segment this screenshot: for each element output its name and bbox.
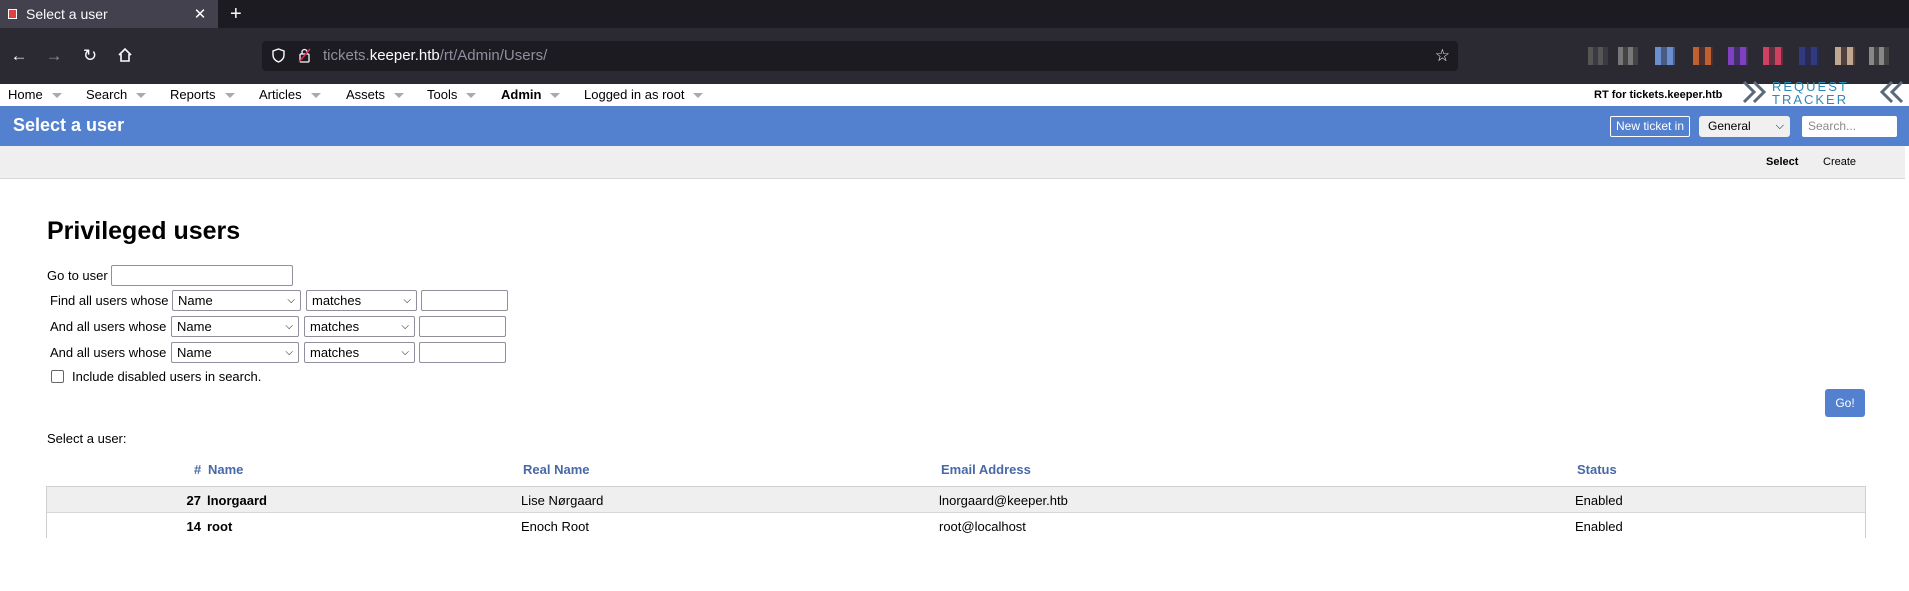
user-email: lnorgaard@keeper.htb <box>939 493 1068 508</box>
extension-icon[interactable] <box>1618 47 1638 65</box>
dropdown-caret-icon <box>394 93 405 99</box>
user-status: Enabled <box>1575 493 1623 508</box>
table-row[interactable]: 27 lnorgaard Lise Nørgaard lnorgaard@kee… <box>47 487 1865 513</box>
dropdown-caret-icon <box>466 93 477 99</box>
queue-select[interactable]: General ⌵ <box>1699 116 1790 137</box>
submenu-create[interactable]: Create <box>1823 156 1856 168</box>
reload-icon[interactable]: ↻ <box>79 47 101 65</box>
new-tab-icon[interactable]: + <box>230 2 242 26</box>
browser-toolbar: ← → ↻ tickets.keeper.htb/rt/Admin/Users/… <box>0 28 1909 84</box>
field-select-2[interactable]: Name ⌵ <box>171 316 299 337</box>
column-header-realname[interactable]: Real Name <box>523 462 589 477</box>
user-email: root@localhost <box>939 519 1026 534</box>
menu-reports[interactable]: Reports <box>170 84 235 106</box>
dropdown-caret-icon <box>136 93 147 99</box>
forward-arrow-icon[interactable]: → <box>43 47 65 65</box>
extension-icon[interactable] <box>1588 47 1608 65</box>
and-users-label: And all users whose <box>50 319 167 334</box>
dropdown-caret-icon <box>550 93 561 99</box>
value-input-3[interactable] <box>419 342 506 363</box>
include-disabled-label: Include disabled users in search. <box>72 369 262 384</box>
back-arrow-icon[interactable]: ← <box>8 47 30 65</box>
field-select-3[interactable]: Name ⌵ <box>171 342 299 363</box>
and-users-label: And all users whose <box>50 345 167 360</box>
url-bar[interactable]: tickets.keeper.htb/rt/Admin/Users/ ☆ <box>262 41 1458 71</box>
field-select-1[interactable]: Name ⌵ <box>172 290 301 311</box>
menu-home[interactable]: Home <box>8 84 62 106</box>
extension-icon[interactable] <box>1763 47 1783 65</box>
user-realname: Enoch Root <box>521 519 589 534</box>
close-tab-icon[interactable]: ✕ <box>190 5 210 23</box>
user-realname: Lise Nørgaard <box>521 493 604 508</box>
menu-search[interactable]: Search <box>86 84 147 106</box>
column-header-status[interactable]: Status <box>1577 462 1617 477</box>
menu-tools[interactable]: Tools <box>427 84 477 106</box>
user-status: Enabled <box>1575 519 1623 534</box>
go-button[interactable]: Go! <box>1825 389 1865 417</box>
page-header: Select a user New ticket in General ⌵ Sea… <box>0 106 1909 146</box>
extension-icon[interactable] <box>1835 47 1855 65</box>
browser-tab[interactable]: Select a user ✕ <box>0 0 218 28</box>
chevron-down-icon: ⌵ <box>401 347 409 358</box>
tab-title: Select a user <box>26 6 108 22</box>
extension-icon[interactable] <box>1728 47 1748 65</box>
extension-icon[interactable] <box>1799 47 1819 65</box>
users-table: 27 lnorgaard Lise Nørgaard lnorgaard@kee… <box>46 486 1866 538</box>
chevron-down-icon: ⌵ <box>403 295 411 306</box>
dropdown-caret-icon <box>224 93 235 99</box>
dropdown-caret-icon <box>310 93 321 99</box>
chevron-down-icon: ⌵ <box>285 347 293 358</box>
select-user-label: Select a user: <box>47 431 127 446</box>
operator-select-3[interactable]: matches ⌵ <box>304 342 415 363</box>
column-header-email[interactable]: Email Address <box>941 462 1031 477</box>
goto-user-label: Go to user <box>47 268 108 283</box>
user-name-link[interactable]: root <box>207 519 232 534</box>
url-text: tickets.keeper.htb/rt/Admin/Users/ <box>323 47 548 64</box>
bookmark-star-icon[interactable]: ☆ <box>1435 46 1450 66</box>
browser-tab-bar: Select a user ✕ + <box>0 0 1909 28</box>
column-header-name[interactable]: Name <box>208 462 243 477</box>
find-users-label: Find all users whose <box>50 293 169 308</box>
tracking-shield-icon[interactable] <box>272 48 285 63</box>
section-heading: Privileged users <box>47 217 241 245</box>
request-tracker-logo[interactable]: REQUEST TRACKER <box>1742 78 1906 107</box>
new-ticket-button[interactable]: New ticket in <box>1610 116 1691 137</box>
user-id[interactable]: 14 <box>171 519 201 534</box>
extension-icon[interactable] <box>1655 47 1675 65</box>
chevron-down-icon: ⌵ <box>285 321 293 332</box>
site-favicon-icon <box>8 9 17 19</box>
column-header-id[interactable]: # <box>194 462 201 477</box>
value-input-1[interactable] <box>421 290 508 311</box>
goto-user-input[interactable] <box>111 265 293 286</box>
user-name-link[interactable]: lnorgaard <box>207 493 267 508</box>
home-icon[interactable] <box>114 47 136 67</box>
operator-select-1[interactable]: matches ⌵ <box>306 290 417 311</box>
value-input-2[interactable] <box>419 316 506 337</box>
header-search-input[interactable]: Search... <box>1802 116 1897 137</box>
chevron-down-icon: ⌵ <box>1775 120 1784 132</box>
chevron-down-icon: ⌵ <box>401 321 409 332</box>
menu-logged-in-user[interactable]: Logged in as root <box>584 84 704 106</box>
page-submenu: Select Create <box>0 146 1905 179</box>
menu-articles[interactable]: Articles <box>259 84 321 106</box>
table-row[interactable]: 14 root Enoch Root root@localhost Enable… <box>47 513 1865 538</box>
logo-line2: TRACKER <box>1772 92 1848 106</box>
extension-icon[interactable] <box>1869 47 1889 65</box>
dropdown-caret-icon <box>693 93 704 99</box>
dropdown-caret-icon <box>51 93 62 99</box>
rt-instance-label: RT for tickets.keeper.htb <box>1594 89 1723 101</box>
user-id[interactable]: 27 <box>171 493 201 508</box>
extension-icon[interactable] <box>1693 47 1713 65</box>
menu-assets[interactable]: Assets <box>346 84 405 106</box>
operator-select-2[interactable]: matches ⌵ <box>304 316 415 337</box>
submenu-select[interactable]: Select <box>1766 156 1798 168</box>
include-disabled-checkbox[interactable] <box>51 370 64 383</box>
chevron-down-icon: ⌵ <box>287 295 295 306</box>
page-title: Select a user <box>13 115 125 135</box>
insecure-lock-icon[interactable] <box>298 48 311 63</box>
menu-admin[interactable]: Admin <box>501 84 561 106</box>
